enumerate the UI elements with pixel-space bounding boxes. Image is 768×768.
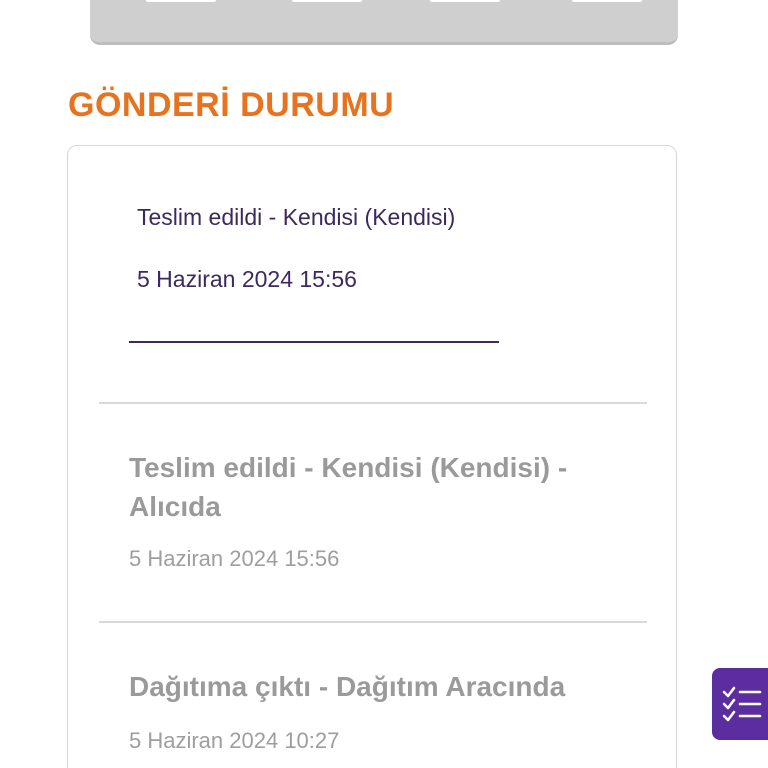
current-status-date: 5 Haziran 2024 15:56 — [137, 266, 357, 292]
section-title: GÖNDERİ DURUMU — [68, 86, 395, 124]
top-tab-indicator — [146, 0, 216, 2]
history-item-title: Teslim edildi - Kendisi (Kendisi) - Alıc… — [129, 452, 568, 522]
divider — [99, 621, 647, 623]
current-status-text: Teslim edildi - Kendisi (Kendisi) — [137, 204, 456, 230]
top-tab-indicator — [292, 0, 362, 2]
top-tab-indicator — [572, 0, 642, 2]
shipment-status-page: GÖNDERİ DURUMU Teslim edildi - Kendisi (… — [0, 0, 768, 768]
checklist-icon — [722, 686, 762, 722]
current-status-underline — [129, 341, 499, 343]
divider — [99, 402, 647, 404]
top-tab-bar — [90, 0, 678, 45]
top-tab-indicator — [430, 0, 500, 2]
history-item-date: 5 Haziran 2024 10:27 — [129, 728, 340, 753]
history-item-title: Dağıtıma çıktı - Dağıtım Aracında — [129, 671, 566, 702]
checklist-button[interactable] — [712, 668, 768, 740]
history-item-date: 5 Haziran 2024 15:56 — [129, 546, 340, 571]
status-card: Teslim edildi - Kendisi (Kendisi) 5 Hazi… — [67, 145, 677, 768]
